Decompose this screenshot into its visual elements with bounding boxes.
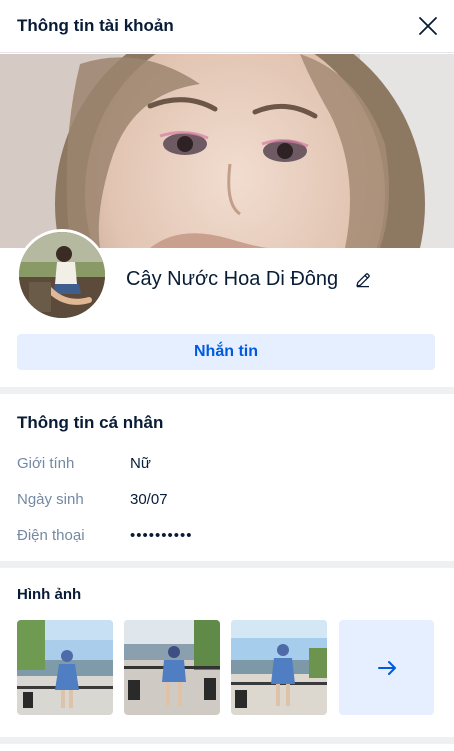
edit-name-button[interactable] [354,271,372,289]
edit-pencil-icon [356,273,370,288]
section-divider [0,561,454,568]
info-row-phone: Điện thoại •••••••••• [17,525,193,545]
profile-name: Cây Nước Hoa Di Đông [126,268,339,290]
photos-title: Hình ảnh [17,586,82,603]
cover-photo[interactable] [0,54,454,248]
info-value: 30/07 [130,490,168,508]
info-row-birthday: Ngày sinh 30/07 [17,489,168,509]
info-value: Nữ [130,454,151,472]
personal-info-title: Thông tin cá nhân [17,413,164,432]
photo-thumbnail[interactable] [231,620,327,715]
dialog-header: Thông tin tài khoản [0,0,454,53]
arrow-right-icon [377,660,396,675]
info-label: Điện thoại [17,526,85,544]
avatar[interactable] [16,229,108,321]
photo-thumbnail[interactable] [17,620,113,715]
section-divider [0,387,454,394]
info-label: Giới tính [17,454,75,472]
section-divider [0,737,454,744]
close-button[interactable] [416,14,440,38]
photo-thumbnail[interactable] [124,620,220,715]
dialog-title: Thông tin tài khoản [17,16,174,35]
message-button[interactable]: Nhắn tin [17,334,435,370]
more-photos-button[interactable] [339,620,434,715]
close-icon [419,17,437,35]
info-label: Ngày sinh [17,490,84,508]
info-value: •••••••••• [130,526,193,544]
info-row-gender: Giới tính Nữ [17,453,151,473]
